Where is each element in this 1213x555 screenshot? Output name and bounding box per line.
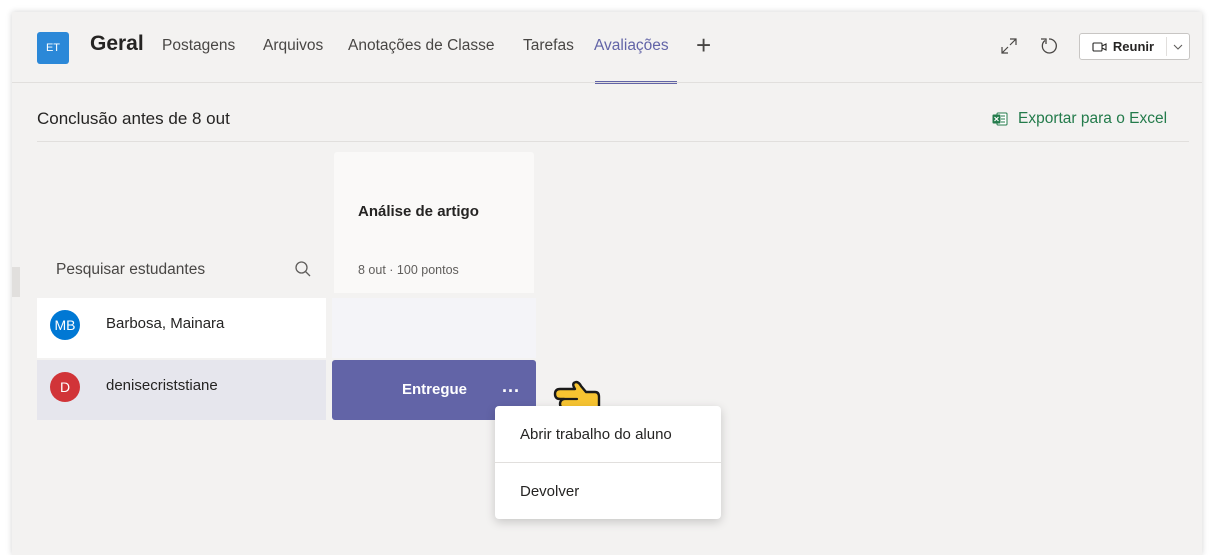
refresh-icon[interactable] — [1037, 34, 1061, 58]
team-avatar[interactable]: ET — [37, 32, 69, 64]
export-excel-label: Exportar para o Excel — [1018, 110, 1168, 127]
student-row[interactable]: D denisecriststiane — [37, 360, 326, 420]
avatar: D — [50, 372, 80, 402]
meet-label: Reunir — [1112, 39, 1155, 54]
context-menu: Abrir trabalho do aluno Devolver — [495, 406, 721, 519]
tab-avaliacoes[interactable]: Avaliações — [594, 37, 669, 55]
header-divider — [12, 82, 1202, 83]
video-camera-icon — [1092, 41, 1107, 52]
plus-icon[interactable]: + — [696, 30, 711, 60]
tab-arquivos[interactable]: Arquivos — [263, 37, 323, 55]
chevron-down-icon[interactable] — [1167, 34, 1189, 59]
teams-window: ET Geral Postagens Arquivos Anotações de… — [12, 12, 1202, 555]
avatar: MB — [50, 310, 80, 340]
menu-item-return[interactable]: Devolver — [495, 463, 721, 519]
channel-header: ET Geral Postagens Arquivos Anotações de… — [12, 12, 1202, 84]
menu-item-label: Devolver — [520, 483, 580, 500]
excel-icon — [992, 112, 1008, 126]
left-panel-edge — [12, 267, 20, 297]
student-search-input[interactable]: Pesquisar estudantes — [56, 261, 205, 279]
more-options-button[interactable]: ... — [502, 376, 520, 397]
meet-button-group: Reunir — [1079, 33, 1190, 60]
grade-cell[interactable] — [332, 298, 536, 358]
tab-tarefas[interactable]: Tarefas — [523, 37, 574, 55]
channel-name: Geral — [90, 32, 144, 55]
export-excel-link[interactable]: Exportar para o Excel — [992, 110, 1167, 128]
tab-postagens[interactable]: Postagens — [162, 37, 235, 55]
assignment-title: Análise de artigo — [358, 203, 479, 220]
menu-item-open-student-work[interactable]: Abrir trabalho do aluno — [495, 406, 721, 462]
submission-status: Entregue — [402, 381, 468, 398]
student-row[interactable]: MB Barbosa, Mainara — [37, 298, 326, 358]
due-date-heading: Conclusão antes de 8 out — [37, 109, 230, 128]
student-name: Barbosa, Mainara — [106, 315, 225, 332]
section-divider — [37, 141, 1189, 142]
search-icon[interactable] — [294, 260, 312, 278]
expand-icon[interactable] — [997, 34, 1021, 58]
student-name: denisecriststiane — [106, 377, 218, 394]
meet-button[interactable]: Reunir — [1080, 34, 1166, 59]
assignment-meta: 8 out · 100 pontos — [358, 263, 459, 277]
menu-item-label: Abrir trabalho do aluno — [520, 426, 672, 443]
assignment-column-header[interactable]: Análise de artigo 8 out · 100 pontos — [334, 152, 534, 293]
tab-anotacoes-de-classe[interactable]: Anotações de Classe — [348, 37, 494, 55]
